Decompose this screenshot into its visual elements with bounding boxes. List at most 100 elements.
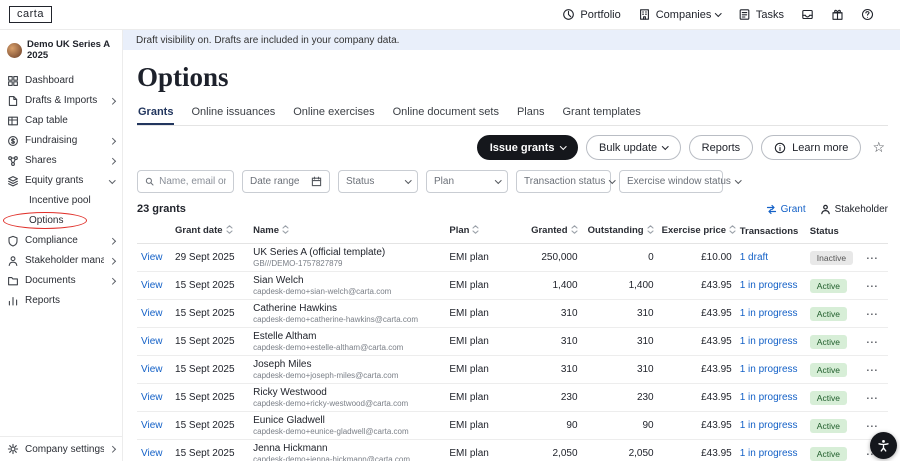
transaction-status-filter[interactable]: Transaction status bbox=[516, 170, 611, 193]
sidebar-item-options[interactable]: Options bbox=[0, 211, 122, 231]
sort-icon[interactable] bbox=[226, 226, 233, 237]
reports-button[interactable]: Reports bbox=[689, 135, 754, 160]
search-input[interactable] bbox=[159, 176, 226, 187]
sort-icon[interactable] bbox=[729, 226, 736, 237]
sort-icon[interactable] bbox=[282, 226, 289, 237]
date-range-filter[interactable]: Date range bbox=[242, 170, 330, 193]
row-menu-icon[interactable]: ⋯ bbox=[866, 335, 878, 349]
grant-subtext: GB///DEMO-1757827879 bbox=[253, 259, 441, 268]
view-link[interactable]: View bbox=[141, 308, 163, 319]
nav-tasks[interactable]: Tasks bbox=[738, 8, 784, 21]
view-link[interactable]: View bbox=[141, 252, 163, 263]
sidebar-item-stakeholder-management[interactable]: Stakeholder management bbox=[0, 251, 122, 271]
grant-date-cell: 29 Sept 2025 bbox=[171, 244, 249, 272]
row-menu-icon[interactable]: ⋯ bbox=[866, 419, 878, 433]
sidebar-item-reports[interactable]: Reports bbox=[0, 291, 122, 311]
view-link[interactable]: View bbox=[141, 392, 163, 403]
sort-icon[interactable] bbox=[647, 226, 654, 237]
row-menu-icon[interactable]: ⋯ bbox=[866, 279, 878, 293]
chevron-down-icon bbox=[735, 177, 741, 183]
row-menu-icon[interactable]: ⋯ bbox=[866, 391, 878, 405]
bulk-update-button[interactable]: Bulk update bbox=[586, 135, 681, 160]
sidebar-item-incentive-pool[interactable]: Incentive pool bbox=[0, 191, 122, 211]
sidebar-item-shares[interactable]: Shares bbox=[0, 151, 122, 171]
transactions-link[interactable]: 1 in progress bbox=[740, 280, 798, 291]
col-exercise-price[interactable]: Exercise price bbox=[658, 219, 736, 244]
chevron-down-icon bbox=[662, 143, 668, 149]
calendar-icon bbox=[311, 176, 322, 187]
col-grant-date[interactable]: Grant date bbox=[171, 219, 249, 244]
transactions-link[interactable]: 1 draft bbox=[740, 252, 768, 263]
row-menu-icon[interactable]: ⋯ bbox=[866, 251, 878, 265]
row-menu-icon[interactable]: ⋯ bbox=[866, 363, 878, 377]
learn-more-button[interactable]: Learn more bbox=[761, 135, 861, 160]
captable-icon bbox=[7, 115, 19, 127]
sort-icon[interactable] bbox=[472, 226, 479, 237]
view-toggle: Grant Stakeholder bbox=[766, 204, 888, 215]
status-filter[interactable]: Status bbox=[338, 170, 418, 193]
granted-cell: 310 bbox=[511, 356, 581, 384]
grant-view-toggle[interactable]: Grant bbox=[766, 204, 806, 215]
view-link[interactable]: View bbox=[141, 364, 163, 375]
view-link[interactable]: View bbox=[141, 420, 163, 431]
tab-grant-templates[interactable]: Grant templates bbox=[562, 106, 642, 125]
transactions-link[interactable]: 1 in progress bbox=[740, 336, 798, 347]
sidebar-item-fundraising[interactable]: Fundraising bbox=[0, 131, 122, 151]
row-menu-icon[interactable]: ⋯ bbox=[866, 307, 878, 321]
page-title: Options bbox=[137, 62, 888, 93]
company-switcher[interactable]: Demo UK Series A 2025 bbox=[0, 40, 122, 62]
col-plan[interactable]: Plan bbox=[445, 219, 511, 244]
equity-icon bbox=[7, 175, 19, 187]
exercise-window-status-filter[interactable]: Exercise window status bbox=[619, 170, 723, 193]
chevron-right-icon bbox=[109, 258, 115, 264]
transactions-link[interactable]: 1 in progress bbox=[740, 392, 798, 403]
plan-filter[interactable]: Plan bbox=[426, 170, 508, 193]
grants-table-body: View29 Sept 2025UK Series A (official te… bbox=[137, 244, 888, 461]
sidebar-nav: DashboardDrafts & ImportsCap tableFundra… bbox=[0, 71, 122, 311]
search-filter[interactable] bbox=[137, 170, 234, 193]
accessibility-widget-button[interactable] bbox=[870, 432, 897, 459]
carta-logo[interactable]: carta bbox=[9, 6, 52, 23]
col-name[interactable]: Name bbox=[249, 219, 445, 244]
grant-name: Joseph Miles bbox=[253, 359, 441, 370]
sidebar-item-dashboard[interactable]: Dashboard bbox=[0, 71, 122, 91]
status-badge: Inactive bbox=[810, 251, 853, 265]
view-link[interactable]: View bbox=[141, 280, 163, 291]
status-filter-label: Status bbox=[346, 176, 374, 187]
stakeholder-view-label: Stakeholder bbox=[835, 204, 888, 215]
nav-companies[interactable]: Companies bbox=[638, 8, 721, 21]
stakeholder-view-toggle[interactable]: Stakeholder bbox=[820, 204, 888, 215]
sidebar-item-company-settings[interactable]: Company settings bbox=[0, 439, 122, 459]
tab-online-document-sets[interactable]: Online document sets bbox=[392, 106, 500, 125]
outstanding-cell: 310 bbox=[582, 300, 658, 328]
tab-online-issuances[interactable]: Online issuances bbox=[190, 106, 276, 125]
col-granted[interactable]: Granted bbox=[511, 219, 581, 244]
tab-online-exercises[interactable]: Online exercises bbox=[292, 106, 375, 125]
transactions-link[interactable]: 1 in progress bbox=[740, 420, 798, 431]
granted-cell: 230 bbox=[511, 384, 581, 412]
favorite-star-button[interactable]: ☆ bbox=[869, 135, 888, 160]
tab-grants[interactable]: Grants bbox=[137, 106, 174, 125]
inbox-icon[interactable] bbox=[801, 8, 814, 21]
tab-plans[interactable]: Plans bbox=[516, 106, 546, 125]
issue-grants-button[interactable]: Issue grants bbox=[477, 135, 578, 160]
main-area: Draft visibility on. Drafts are included… bbox=[123, 30, 900, 461]
help-icon[interactable] bbox=[861, 8, 874, 21]
transactions-link[interactable]: 1 in progress bbox=[740, 364, 798, 375]
sidebar-item-drafts-imports[interactable]: Drafts & Imports bbox=[0, 91, 122, 111]
transactions-link[interactable]: 1 in progress bbox=[740, 308, 798, 319]
grant-row-ricky-westwood: View15 Sept 2025Ricky Westwoodcapdesk-de… bbox=[137, 384, 888, 412]
sort-icon[interactable] bbox=[571, 226, 578, 237]
col-outstanding[interactable]: Outstanding bbox=[582, 219, 658, 244]
sidebar-item-documents[interactable]: Documents bbox=[0, 271, 122, 291]
view-link[interactable]: View bbox=[141, 336, 163, 347]
gift-icon[interactable] bbox=[831, 8, 844, 21]
sidebar-item-compliance[interactable]: Compliance bbox=[0, 231, 122, 251]
sidebar-item-equity-grants[interactable]: Equity grants bbox=[0, 171, 122, 191]
sidebar-item-cap-table[interactable]: Cap table bbox=[0, 111, 122, 131]
view-link[interactable]: View bbox=[141, 448, 163, 459]
transactions-link[interactable]: 1 in progress bbox=[740, 448, 798, 459]
person-icon bbox=[820, 204, 831, 215]
nav-tasks-label: Tasks bbox=[756, 9, 784, 21]
nav-portfolio[interactable]: Portfolio bbox=[562, 8, 620, 21]
